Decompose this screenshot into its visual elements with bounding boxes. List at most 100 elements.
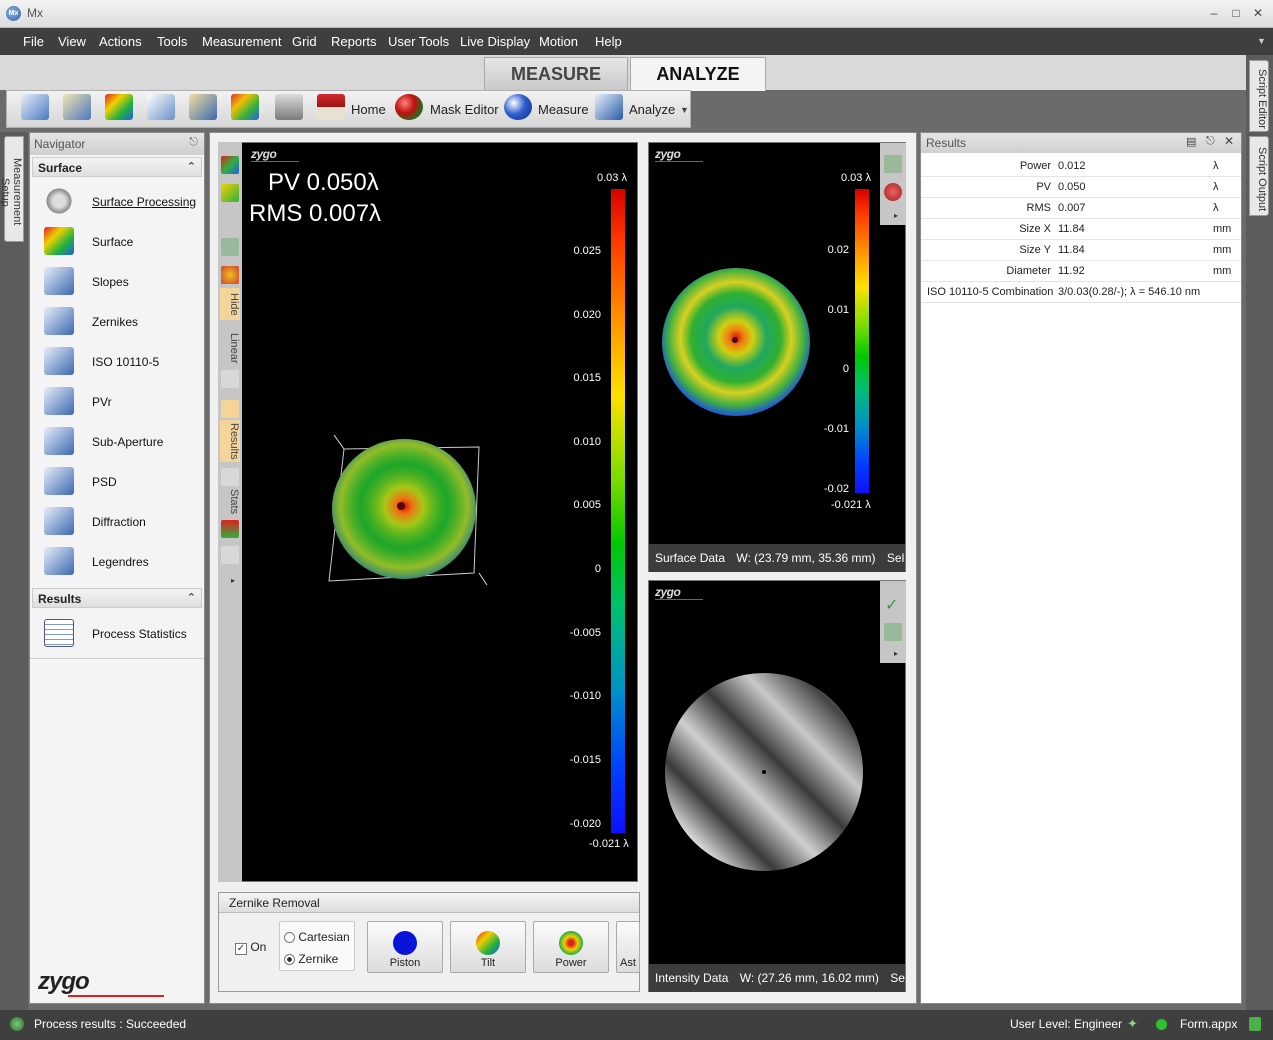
home-button[interactable]: Home bbox=[317, 94, 387, 124]
restore-icon[interactable]: ▤ bbox=[1186, 135, 1196, 148]
edit-icon[interactable] bbox=[221, 370, 239, 388]
menu-file[interactable]: File bbox=[23, 34, 44, 49]
stats-toggle-icon[interactable] bbox=[221, 468, 239, 486]
nav-item-psd[interactable]: PSD bbox=[32, 463, 202, 499]
nav-item-process-statistics[interactable]: Process Statistics bbox=[32, 615, 202, 651]
tab-analyze[interactable]: ANALYZE bbox=[630, 57, 766, 91]
chart-icon[interactable] bbox=[221, 520, 239, 538]
menu-motion[interactable]: Motion bbox=[539, 34, 578, 49]
tab-script-editor[interactable]: Script Editor bbox=[1249, 60, 1269, 132]
close-button[interactable]: ✕ bbox=[1248, 4, 1268, 22]
menu-measurement[interactable]: Measurement bbox=[202, 34, 281, 49]
on-checkbox[interactable]: ✓ On bbox=[235, 940, 266, 955]
surface-2d-plot[interactable]: zygo 0.03 λ -0.021 λ 0.02 0.01 0 -0.01 -… bbox=[648, 142, 906, 572]
collapse-icon[interactable]: ⌃ bbox=[187, 160, 196, 173]
surface-3d-plot[interactable]: zygo PV 0.050λ RMS 0.007λ 0.03 λ -0.021 … bbox=[218, 142, 638, 882]
pin-icon[interactable]: ⎋ bbox=[1206, 135, 1215, 148]
surface-view-icon[interactable] bbox=[221, 156, 239, 174]
save-data-button[interactable] bbox=[63, 94, 91, 124]
palette-icon[interactable] bbox=[221, 266, 239, 284]
nav-item-iso-10110-5[interactable]: ISO 10110-5 bbox=[32, 343, 202, 379]
toggle-results[interactable]: Results bbox=[220, 420, 240, 462]
toggle-stats[interactable]: Stats bbox=[220, 486, 240, 518]
nav-item-zernikes[interactable]: Zernikes bbox=[32, 303, 202, 339]
power-button[interactable]: Power bbox=[533, 921, 609, 973]
intensity-info-coord: W: (27.26 mm, 16.02 mm) bbox=[739, 971, 879, 985]
menu-tools[interactable]: Tools bbox=[157, 34, 187, 49]
palette-icon[interactable] bbox=[884, 183, 902, 201]
menu-live-display[interactable]: Live Display bbox=[460, 34, 530, 49]
expand-icon[interactable]: ▸ bbox=[894, 211, 898, 220]
tab-measure[interactable]: MEASURE bbox=[484, 57, 628, 91]
measure-label: Measure bbox=[538, 102, 589, 117]
toggle-linear[interactable]: Linear bbox=[220, 328, 240, 368]
menu-user-tools[interactable]: User Tools bbox=[388, 34, 449, 49]
close-icon[interactable]: ✕ bbox=[1224, 134, 1234, 148]
surface-section-header[interactable]: Surface ⌃ bbox=[32, 157, 202, 177]
save-surface-button[interactable] bbox=[231, 94, 259, 124]
save-results-button[interactable] bbox=[189, 94, 217, 124]
analyze-button[interactable]: Analyze bbox=[595, 94, 677, 124]
load-data-icon bbox=[21, 94, 49, 120]
result-unit: mm bbox=[1213, 244, 1232, 256]
result-label: Diameter bbox=[1006, 265, 1051, 277]
results-section-header[interactable]: Results ⌃ bbox=[32, 588, 202, 608]
fit-view-icon[interactable] bbox=[221, 238, 239, 256]
expand-icon[interactable]: ▸ bbox=[231, 576, 235, 585]
copy-data-button[interactable] bbox=[147, 94, 175, 124]
mask-editor-button[interactable]: Mask Editor bbox=[395, 94, 499, 124]
zernike-header: Zernike Removal bbox=[219, 893, 639, 913]
nav-item-slopes[interactable]: Slopes bbox=[32, 263, 202, 299]
result-value: 0.007 bbox=[1058, 202, 1086, 214]
nav-item-sub-aperture[interactable]: Sub-Aperture bbox=[32, 423, 202, 459]
nav-item-diffraction[interactable]: Diffraction bbox=[32, 503, 202, 539]
minimize-button[interactable]: – bbox=[1204, 4, 1224, 22]
results-toggle-icon[interactable] bbox=[221, 400, 239, 418]
collapse-icon[interactable]: ⌃ bbox=[187, 591, 196, 604]
menu-bar: File View Actions Tools Measurement Grid… bbox=[0, 28, 1273, 55]
toggle-hide[interactable]: Hide bbox=[220, 288, 240, 320]
load-data-button[interactable] bbox=[21, 94, 49, 124]
menu-grid[interactable]: Grid bbox=[292, 34, 317, 49]
result-unit: mm bbox=[1213, 223, 1232, 235]
surface-map-icon bbox=[105, 94, 133, 120]
toolbar-overflow-icon[interactable]: ▼ bbox=[680, 105, 689, 115]
menu-actions[interactable]: Actions bbox=[99, 34, 142, 49]
app-icon: Mx bbox=[6, 6, 21, 21]
tick-label: -0.015 bbox=[569, 754, 601, 766]
filled-view-icon[interactable] bbox=[221, 184, 239, 202]
cartesian-radio[interactable]: Cartesian bbox=[284, 930, 350, 944]
expand-icon[interactable]: ▸ bbox=[894, 649, 898, 658]
nav-item-label: Slopes bbox=[92, 275, 129, 289]
menu-reports[interactable]: Reports bbox=[331, 34, 377, 49]
settings-icon[interactable] bbox=[221, 546, 239, 564]
tab-script-output[interactable]: Script Output bbox=[1249, 136, 1269, 216]
fit-view-icon[interactable] bbox=[884, 155, 902, 173]
nav-item-surface-processing[interactable]: Surface Processing bbox=[32, 183, 202, 219]
result-label: Size X bbox=[1019, 223, 1051, 235]
fit-view-icon[interactable] bbox=[884, 623, 902, 641]
results-panel: Results ▤ ⎋ ✕ Power 0.012 λ PV 0.050 λ RMS 0.… bbox=[920, 132, 1242, 1004]
menu-view[interactable]: View bbox=[58, 34, 86, 49]
zernike-radio[interactable]: Zernike bbox=[284, 952, 338, 966]
load-surface-button[interactable] bbox=[105, 94, 133, 124]
tilt-button[interactable]: Tilt bbox=[450, 921, 526, 973]
astigmatism-button[interactable]: Ast bbox=[616, 921, 640, 973]
checkmark-icon[interactable]: ✓ bbox=[885, 595, 898, 615]
piston-button[interactable]: Piston bbox=[367, 921, 443, 973]
intensity-info-extra: Se bbox=[890, 971, 905, 985]
menu-help[interactable]: Help bbox=[595, 34, 622, 49]
intensity-plot[interactable]: zygo ✓ ▸ Intensity Data W: (27.26 mm, 16… bbox=[648, 580, 906, 992]
nav-item-pvr[interactable]: PVr bbox=[32, 383, 202, 419]
print-button[interactable] bbox=[275, 94, 303, 124]
nav-item-surface[interactable]: Surface bbox=[32, 223, 202, 259]
save-data-icon bbox=[63, 94, 91, 120]
tab-measurement-setup[interactable]: Measurement Setup bbox=[0, 136, 24, 242]
save-results-icon bbox=[189, 94, 217, 120]
maximize-button[interactable]: □ bbox=[1226, 4, 1246, 22]
menu-overflow-icon[interactable]: ▼ bbox=[1257, 36, 1266, 46]
pin-icon[interactable]: ⎋ bbox=[189, 136, 198, 149]
intensity-map bbox=[665, 673, 863, 871]
measure-button[interactable]: Measure bbox=[504, 94, 589, 124]
nav-item-legendres[interactable]: Legendres bbox=[32, 543, 202, 579]
